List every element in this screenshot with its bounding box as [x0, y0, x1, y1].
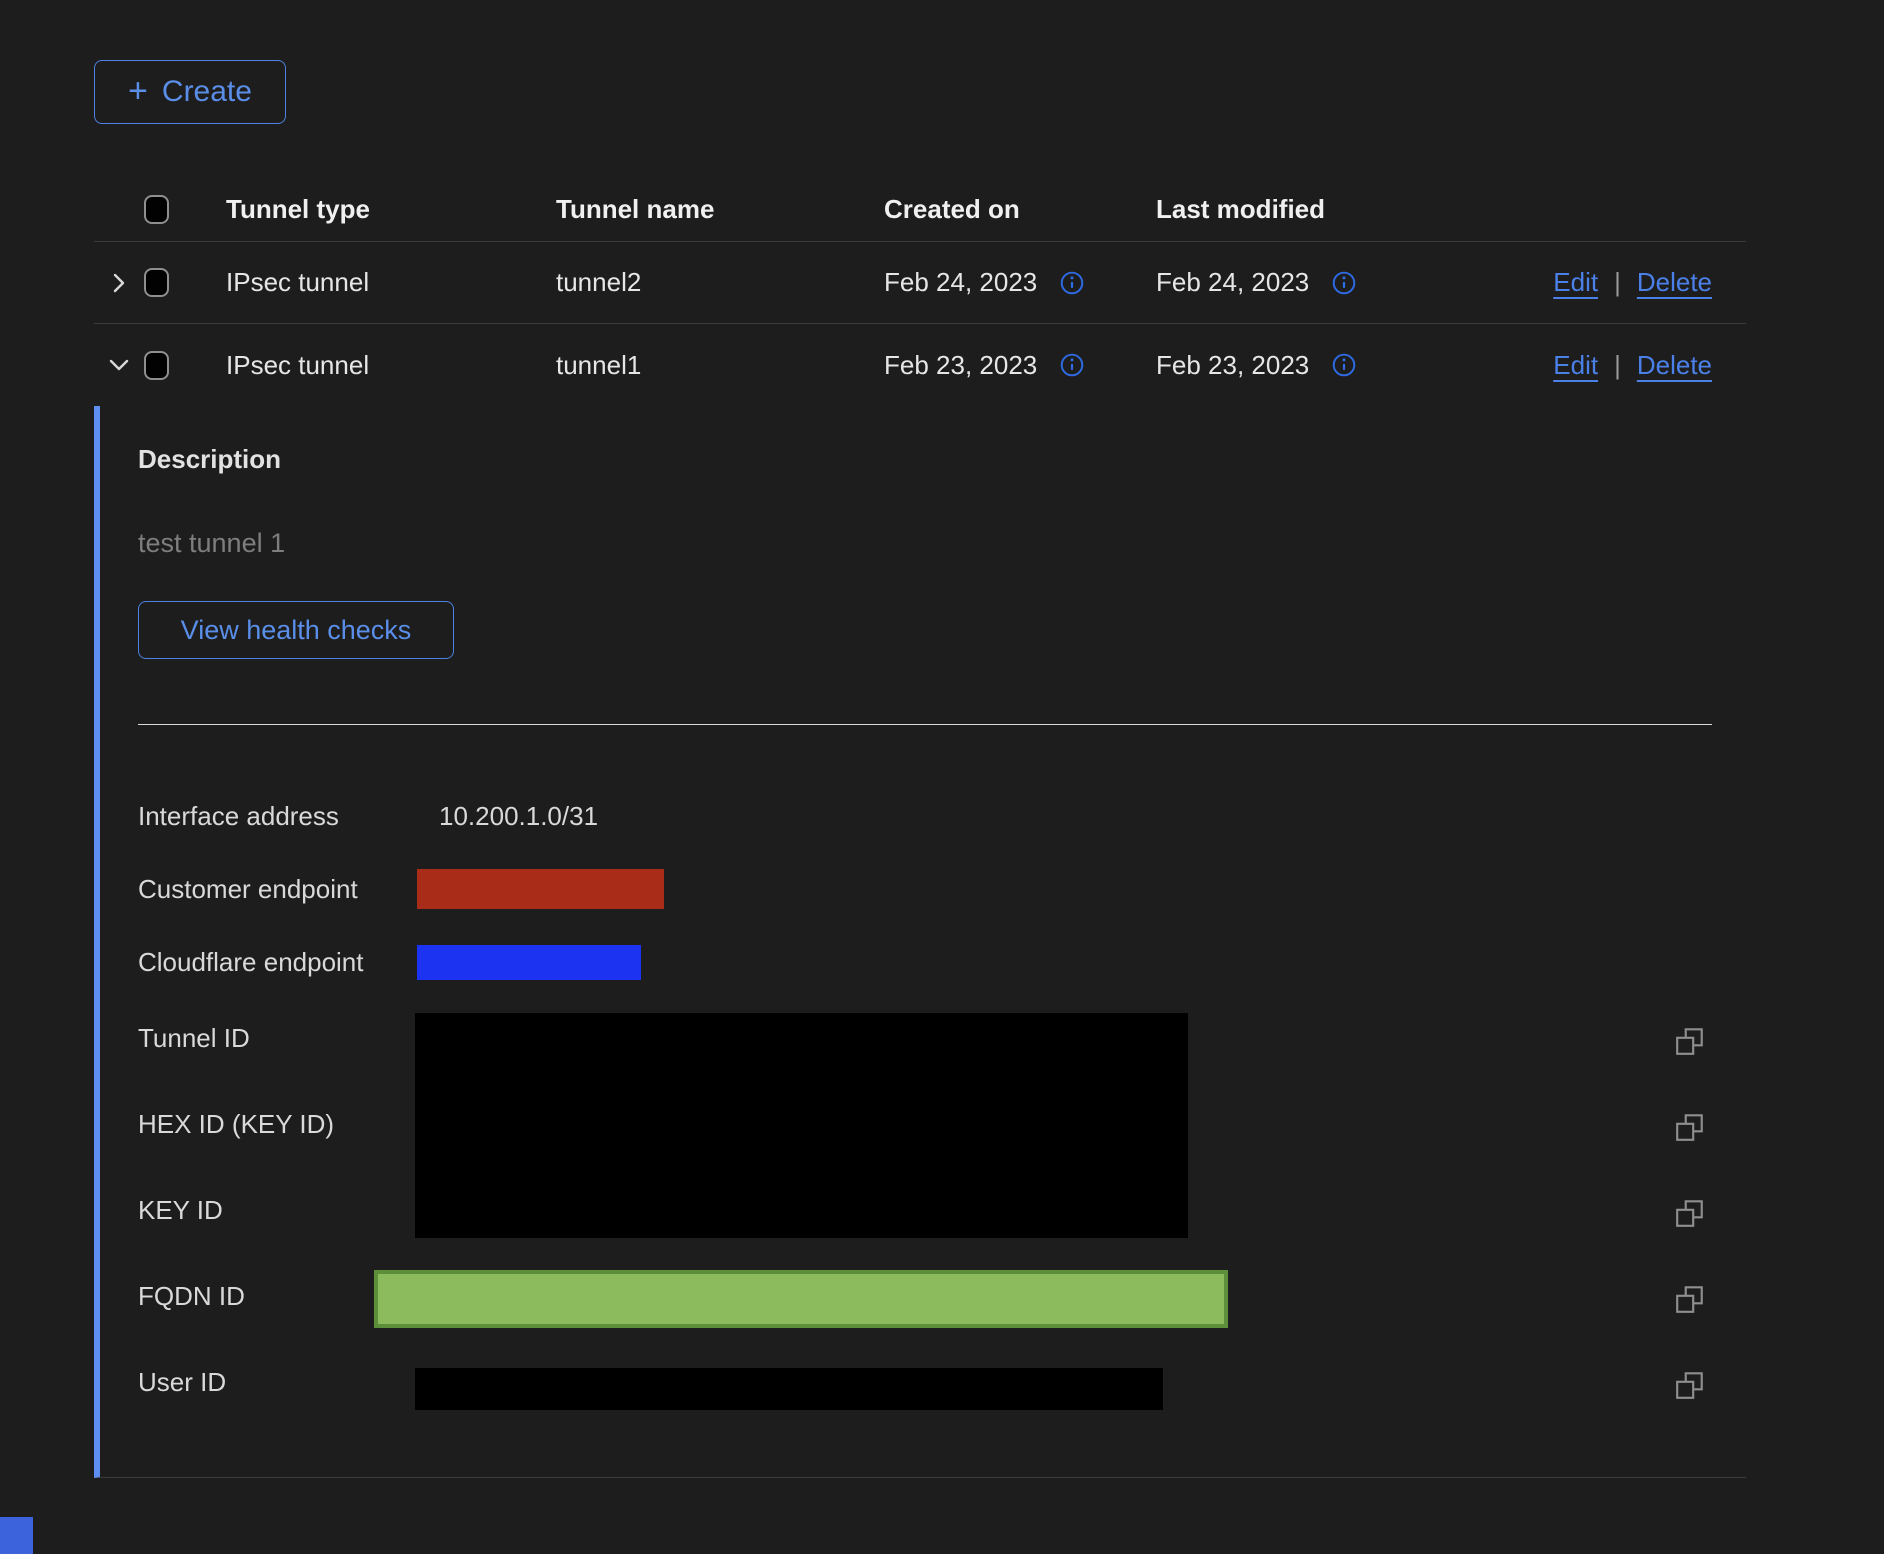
interface-address-value: 10.200.1.0/31	[439, 801, 598, 831]
header-tunnel-name: Tunnel name	[556, 194, 884, 225]
info-icon[interactable]	[1059, 352, 1085, 378]
copy-hex-id-button[interactable]	[1674, 1111, 1706, 1143]
field-label: Tunnel ID	[138, 1023, 250, 1053]
cloudflare-endpoint-redaction	[417, 945, 641, 980]
tunnel-ids-redaction	[415, 1013, 1188, 1238]
plus-icon: +	[128, 74, 148, 108]
field-tunnel-id: Tunnel ID	[138, 1023, 250, 1053]
tunnel-name-cell: tunnel2	[556, 267, 884, 298]
field-fqdn-id: FQDN ID	[138, 1281, 245, 1311]
field-hex-id: HEX ID (KEY ID)	[138, 1109, 334, 1139]
view-health-checks-button[interactable]: View health checks	[138, 601, 454, 659]
tunnels-table: Tunnel type Tunnel name Created on Last …	[94, 178, 1746, 406]
tunnel-details-panel: Description test tunnel 1 View health ch…	[94, 406, 1746, 1478]
field-label: Customer endpoint	[138, 874, 358, 904]
edit-link[interactable]: Edit	[1553, 350, 1598, 381]
scrollbar-thumb[interactable]	[0, 1517, 33, 1554]
link-separator: |	[1614, 350, 1621, 381]
edit-link[interactable]: Edit	[1553, 267, 1598, 298]
tunnel-type-cell: IPsec tunnel	[226, 350, 556, 381]
user-id-redaction	[415, 1368, 1163, 1410]
field-label: KEY ID	[138, 1195, 223, 1225]
last-modified-value: Feb 24, 2023	[1156, 267, 1309, 298]
field-key-id: KEY ID	[138, 1195, 223, 1225]
field-label: HEX ID (KEY ID)	[138, 1109, 334, 1139]
row-checkbox[interactable]	[144, 351, 169, 380]
copy-tunnel-id-button[interactable]	[1674, 1025, 1706, 1057]
field-label: User ID	[138, 1367, 226, 1397]
delete-link[interactable]: Delete	[1637, 267, 1712, 298]
customer-endpoint-redaction	[417, 869, 664, 909]
copy-fqdn-id-button[interactable]	[1674, 1283, 1706, 1315]
table-row-tunnel2: IPsec tunnel tunnel2 Feb 24, 2023 Feb 24…	[94, 242, 1746, 324]
field-interface-address: Interface address 10.200.1.0/31	[138, 801, 339, 831]
row-checkbox[interactable]	[144, 268, 169, 297]
copy-icon	[1674, 1197, 1706, 1229]
panel-divider	[138, 724, 1712, 725]
header-tunnel-type: Tunnel type	[226, 194, 556, 225]
copy-icon	[1674, 1025, 1706, 1057]
field-label: FQDN ID	[138, 1281, 245, 1311]
copy-user-id-button[interactable]	[1674, 1369, 1706, 1401]
tunnel-type-cell: IPsec tunnel	[226, 267, 556, 298]
select-all-checkbox[interactable]	[144, 195, 169, 224]
header-last-modified: Last modified	[1156, 194, 1438, 225]
collapse-row-button[interactable]	[103, 349, 135, 381]
created-on-value: Feb 24, 2023	[884, 267, 1037, 298]
table-header-row: Tunnel type Tunnel name Created on Last …	[94, 178, 1746, 242]
last-modified-value: Feb 23, 2023	[1156, 350, 1309, 381]
copy-icon	[1674, 1283, 1706, 1315]
chevron-down-icon	[107, 353, 131, 377]
field-label: Cloudflare endpoint	[138, 947, 364, 977]
info-icon[interactable]	[1059, 270, 1085, 296]
info-icon[interactable]	[1331, 352, 1357, 378]
info-icon[interactable]	[1331, 270, 1357, 296]
table-row-tunnel1: IPsec tunnel tunnel1 Feb 23, 2023 Feb 23…	[94, 324, 1746, 406]
description-label: Description	[138, 444, 281, 475]
create-button[interactable]: + Create	[94, 60, 286, 124]
expand-row-button[interactable]	[103, 267, 135, 299]
create-button-label: Create	[162, 75, 252, 109]
link-separator: |	[1614, 267, 1621, 298]
delete-link[interactable]: Delete	[1637, 350, 1712, 381]
field-cloudflare-endpoint: Cloudflare endpoint	[138, 947, 364, 977]
field-user-id: User ID	[138, 1367, 226, 1397]
field-customer-endpoint: Customer endpoint	[138, 874, 358, 904]
chevron-right-icon	[107, 271, 131, 295]
fqdn-id-redaction	[374, 1270, 1228, 1328]
description-value: test tunnel 1	[138, 528, 285, 559]
copy-key-id-button[interactable]	[1674, 1197, 1706, 1229]
tunnel-name-cell: tunnel1	[556, 350, 884, 381]
header-created-on: Created on	[884, 194, 1156, 225]
field-label: Interface address	[138, 801, 339, 831]
tunnels-page: + Create Tunnel type Tunnel name Created…	[0, 0, 1884, 1554]
copy-icon	[1674, 1369, 1706, 1401]
created-on-value: Feb 23, 2023	[884, 350, 1037, 381]
copy-icon	[1674, 1111, 1706, 1143]
